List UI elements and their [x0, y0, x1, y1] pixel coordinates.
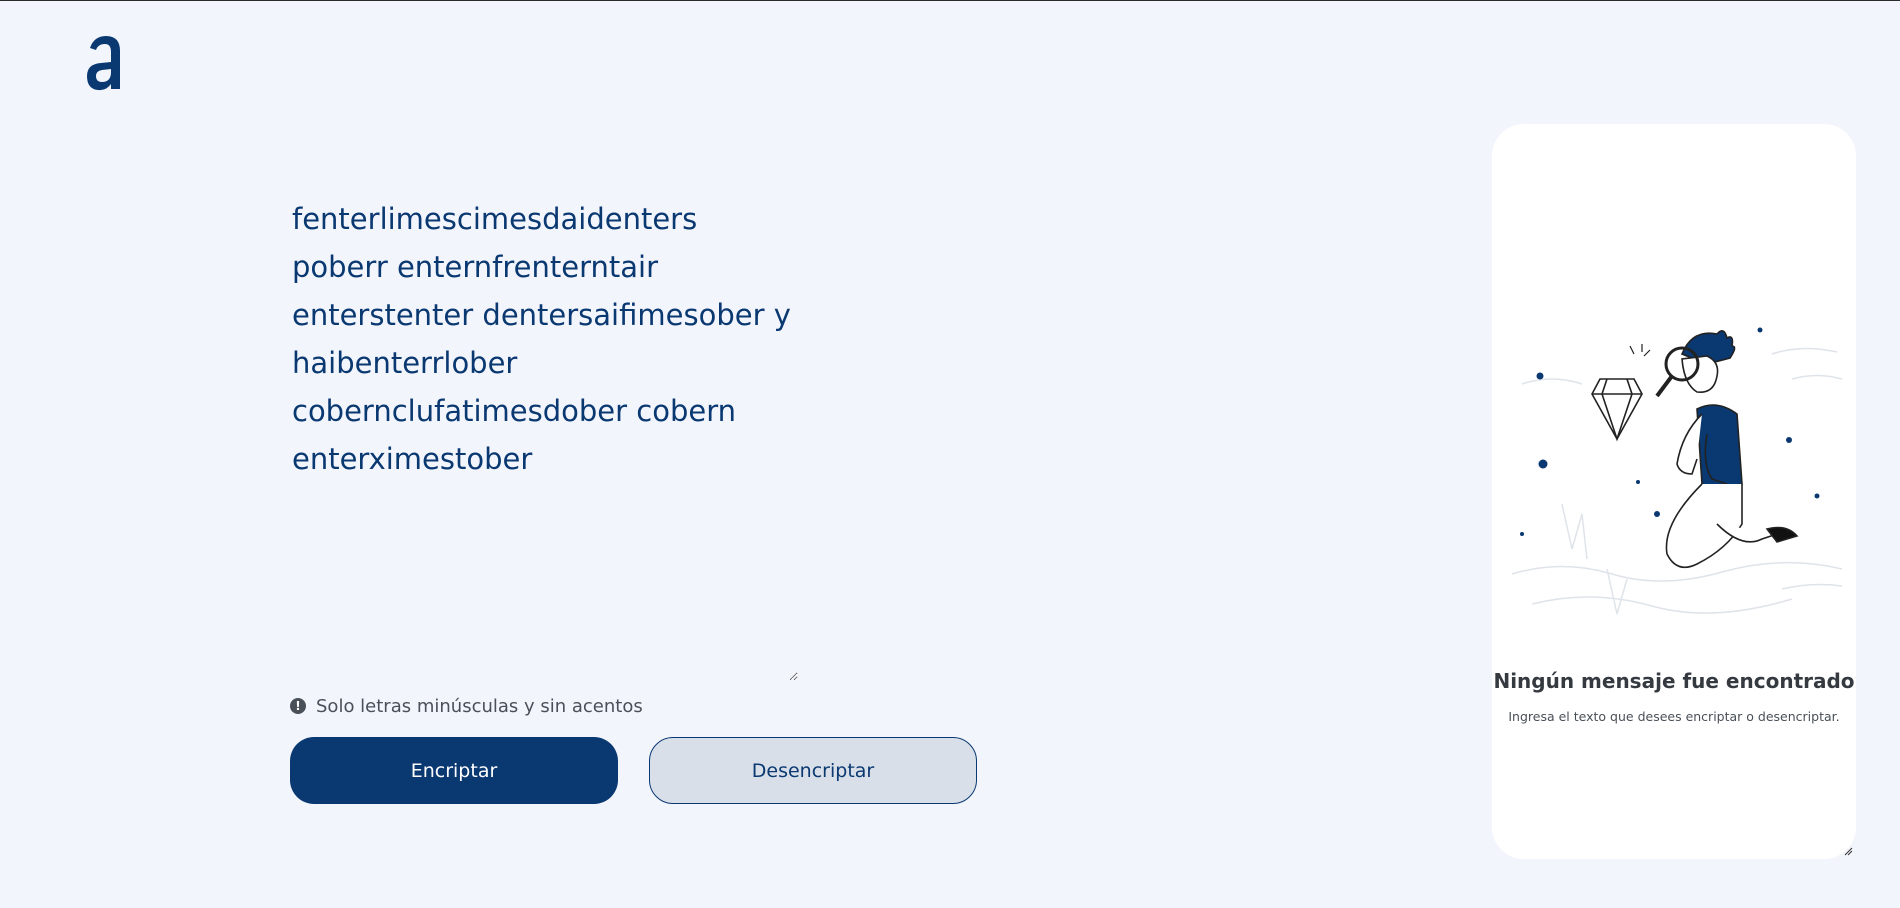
input-hint: ! Solo letras minúsculas y sin acentos	[290, 694, 643, 718]
decrypt-button[interactable]: Desencriptar	[649, 737, 977, 804]
search-illustration	[1511, 327, 1843, 615]
output-panel: Ningún mensaje fue encontrado Ingresa el…	[1492, 124, 1856, 859]
message-input[interactable]	[286, 195, 798, 681]
empty-state-subtitle: Ingresa el texto que desees encriptar o …	[1508, 709, 1840, 724]
alura-logo	[87, 36, 120, 91]
empty-state-title: Ningún mensaje fue encontrado	[1493, 669, 1855, 693]
encrypt-button[interactable]: Encriptar	[290, 737, 618, 804]
resize-grip-icon[interactable]	[1843, 846, 1853, 856]
hint-text: Solo letras minúsculas y sin acentos	[316, 695, 643, 717]
exclamation-circle-icon: !	[290, 698, 306, 714]
